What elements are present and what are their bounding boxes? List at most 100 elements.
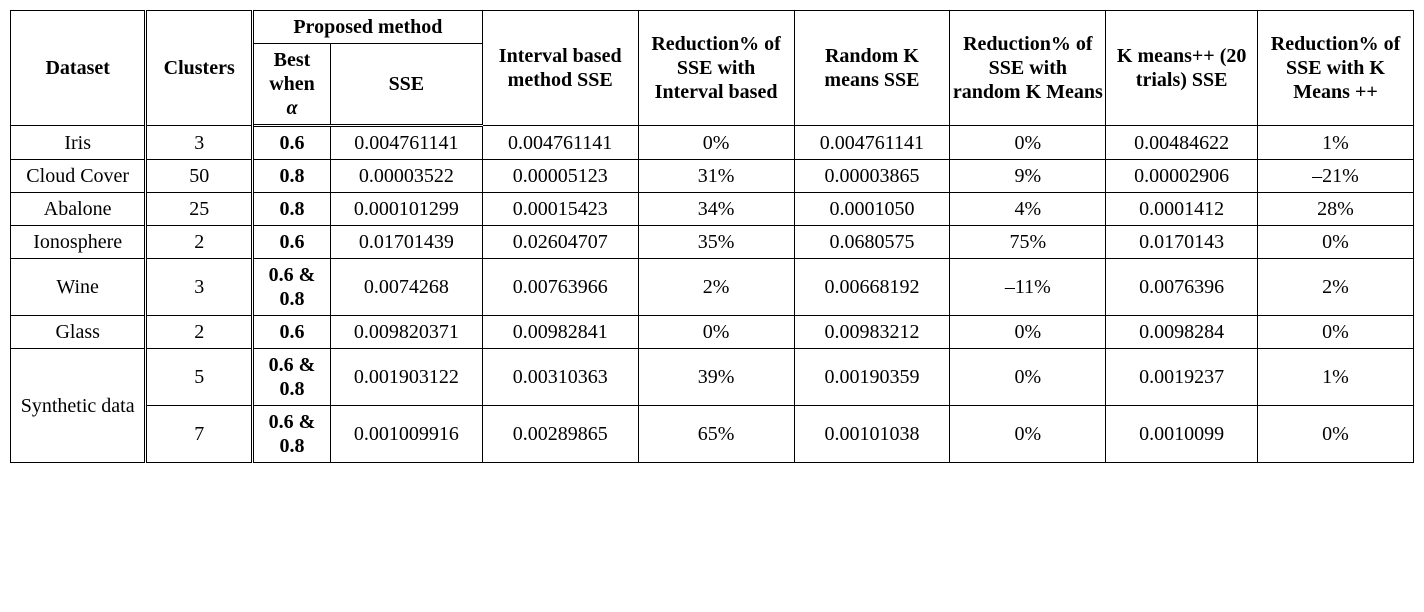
cell-red-random: 0% [950,316,1106,349]
cell-red-random: 75% [950,226,1106,259]
cell-red-kpp: 2% [1258,259,1414,316]
cell-alpha: 0.6 [253,316,331,349]
header-best-alpha: Best when α [253,44,331,126]
cell-random: 0.00003865 [794,160,950,193]
cell-red-interval: 35% [638,226,794,259]
cell-red-random: 0% [950,349,1106,406]
cell-clusters: 3 [146,126,253,160]
table-row: Cloud Cover 50 0.8 0.00003522 0.00005123… [11,160,1414,193]
cell-kpp: 0.0076396 [1106,259,1258,316]
cell-red-kpp: 1% [1258,349,1414,406]
cell-red-interval: 39% [638,349,794,406]
cell-dataset: Cloud Cover [11,160,146,193]
cell-sse: 0.004761141 [330,126,482,160]
cell-red-random: 4% [950,193,1106,226]
cell-alpha: 0.6 [253,126,331,160]
cell-interval: 0.00982841 [482,316,638,349]
cell-clusters: 5 [146,349,253,406]
table-row: Ionosphere 2 0.6 0.01701439 0.02604707 3… [11,226,1414,259]
cell-random: 0.004761141 [794,126,950,160]
header-proposed: Proposed method [253,11,483,44]
alpha-symbol: α [286,97,297,119]
cell-random: 0.0680575 [794,226,950,259]
cell-red-kpp: 28% [1258,193,1414,226]
cell-random: 0.0001050 [794,193,950,226]
header-dataset: Dataset [11,11,146,126]
cell-red-kpp: 0% [1258,226,1414,259]
header-red-interval: Reduction% of SSE with Interval based [638,11,794,126]
cell-kpp: 0.0019237 [1106,349,1258,406]
cell-red-random: 0% [950,126,1106,160]
cell-red-kpp: –21% [1258,160,1414,193]
header-best-alpha-line1: Best when [269,49,315,95]
table-row: 7 0.6 & 0.8 0.001009916 0.00289865 65% 0… [11,406,1414,463]
cell-alpha: 0.6 & 0.8 [253,259,331,316]
cell-random: 0.00101038 [794,406,950,463]
cell-clusters: 7 [146,406,253,463]
cell-red-interval: 65% [638,406,794,463]
table-body: Iris 3 0.6 0.004761141 0.004761141 0% 0.… [11,126,1414,463]
cell-random: 0.00983212 [794,316,950,349]
cell-sse: 0.000101299 [330,193,482,226]
header-red-kpp: Reduction% of SSE with K Means ++ [1258,11,1414,126]
cell-alpha: 0.6 [253,226,331,259]
cell-interval: 0.00310363 [482,349,638,406]
header-interval: Interval based method SSE [482,11,638,126]
cell-sse: 0.0074268 [330,259,482,316]
cell-random: 0.00668192 [794,259,950,316]
cell-red-interval: 0% [638,316,794,349]
table-row: Abalone 25 0.8 0.000101299 0.00015423 34… [11,193,1414,226]
cell-dataset: Glass [11,316,146,349]
table-row: Iris 3 0.6 0.004761141 0.004761141 0% 0.… [11,126,1414,160]
cell-sse: 0.01701439 [330,226,482,259]
cell-red-kpp: 0% [1258,316,1414,349]
cell-red-random: 9% [950,160,1106,193]
cell-red-kpp: 1% [1258,126,1414,160]
cell-clusters: 2 [146,316,253,349]
cell-clusters: 25 [146,193,253,226]
cell-interval: 0.00763966 [482,259,638,316]
cell-random: 0.00190359 [794,349,950,406]
cell-clusters: 3 [146,259,253,316]
cell-clusters: 2 [146,226,253,259]
cell-red-interval: 34% [638,193,794,226]
cell-dataset: Wine [11,259,146,316]
cell-kpp: 0.00002906 [1106,160,1258,193]
table-row: Wine 3 0.6 & 0.8 0.0074268 0.00763966 2%… [11,259,1414,316]
cell-interval: 0.00289865 [482,406,638,463]
cell-interval: 0.00005123 [482,160,638,193]
header-red-random: Reduction% of SSE with random K Means [950,11,1106,126]
cell-sse: 0.009820371 [330,316,482,349]
cell-red-random: 0% [950,406,1106,463]
cell-sse: 0.001009916 [330,406,482,463]
cell-dataset: Ionosphere [11,226,146,259]
cell-sse: 0.001903122 [330,349,482,406]
cell-sse: 0.00003522 [330,160,482,193]
cell-red-interval: 2% [638,259,794,316]
cell-alpha: 0.8 [253,160,331,193]
header-random: Random K means SSE [794,11,950,126]
table-row: Glass 2 0.6 0.009820371 0.00982841 0% 0.… [11,316,1414,349]
cell-interval: 0.02604707 [482,226,638,259]
cell-clusters: 50 [146,160,253,193]
header-kpp: K means++ (20 trials) SSE [1106,11,1258,126]
cell-kpp: 0.0001412 [1106,193,1258,226]
cell-alpha: 0.8 [253,193,331,226]
cell-kpp: 0.0098284 [1106,316,1258,349]
cell-dataset: Iris [11,126,146,160]
cell-alpha: 0.6 & 0.8 [253,349,331,406]
cell-red-interval: 0% [638,126,794,160]
header-sse: SSE [330,44,482,126]
cell-interval: 0.00015423 [482,193,638,226]
table-row: Synthetic data 5 0.6 & 0.8 0.001903122 0… [11,349,1414,406]
cell-red-kpp: 0% [1258,406,1414,463]
comparison-table: Dataset Clusters Proposed method Interva… [10,10,1414,463]
header-clusters: Clusters [146,11,253,126]
cell-alpha: 0.6 & 0.8 [253,406,331,463]
cell-dataset: Abalone [11,193,146,226]
cell-kpp: 0.00484622 [1106,126,1258,160]
cell-kpp: 0.0010099 [1106,406,1258,463]
cell-kpp: 0.0170143 [1106,226,1258,259]
cell-dataset: Synthetic data [11,349,146,463]
cell-red-interval: 31% [638,160,794,193]
